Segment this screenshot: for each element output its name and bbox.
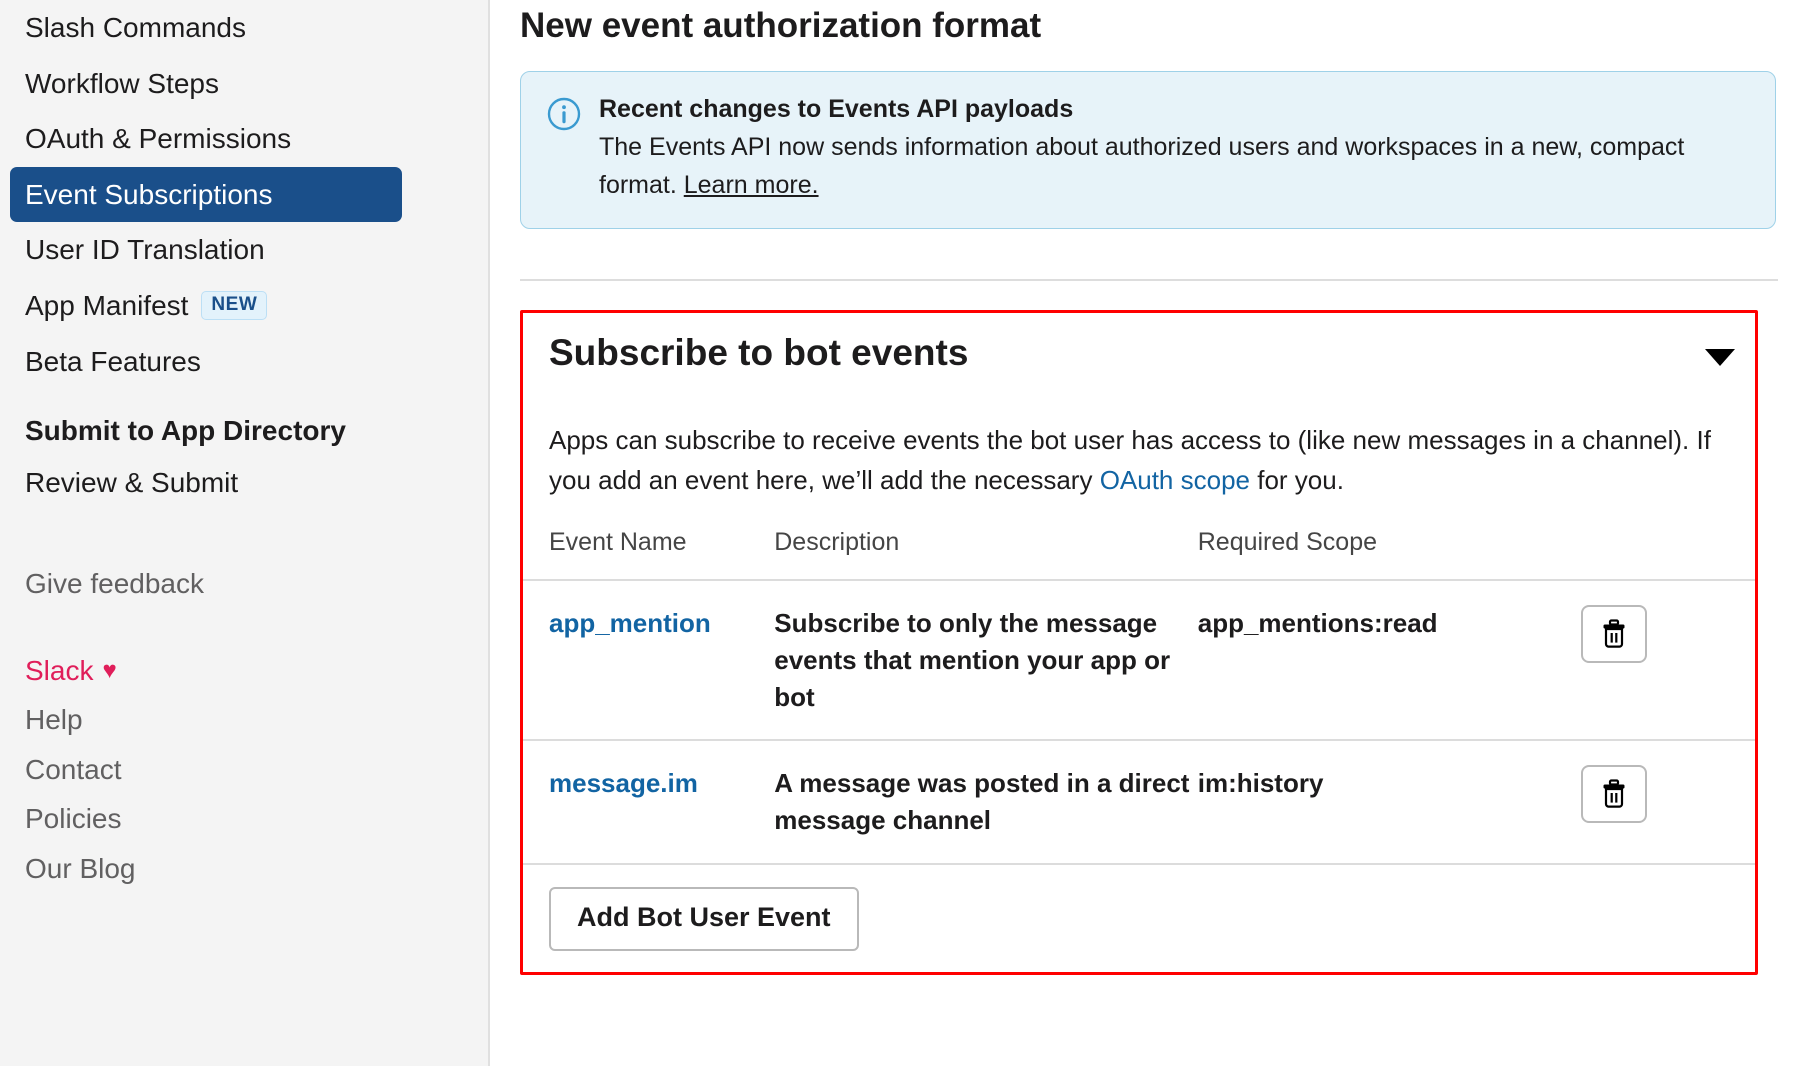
cell-description: A message was posted in a direct message… — [774, 740, 1198, 866]
sidebar-footer-contact[interactable]: Contact — [0, 745, 488, 795]
event-name-link-app-mention[interactable]: app_mention — [549, 608, 711, 638]
slack-brand-label: Slack — [25, 655, 94, 687]
column-header-description: Description — [774, 527, 1198, 581]
bot-events-table: Event Name Description Required Scope ap… — [523, 527, 1755, 866]
main-content: New event authorization format Recent ch… — [490, 0, 1812, 1066]
trash-icon — [1600, 779, 1628, 809]
event-name-link-message-im[interactable]: message.im — [549, 768, 698, 798]
sidebar-item-user-id-translation[interactable]: User ID Translation — [0, 222, 488, 278]
app-root: Slash Commands Workflow Steps OAuth & Pe… — [0, 0, 1812, 1066]
heart-icon: ♥ — [102, 657, 117, 685]
sidebar-item-slash-commands[interactable]: Slash Commands — [0, 0, 488, 56]
panel-description: Apps can subscribe to receive events the… — [523, 402, 1755, 500]
sidebar-slack-brand[interactable]: Slack ♥ — [0, 649, 488, 695]
panel-header: Subscribe to bot events — [523, 331, 1755, 375]
sidebar-footer-our-blog[interactable]: Our Blog — [0, 844, 488, 894]
subscribe-to-bot-events-panel: Subscribe to bot events Apps can subscri… — [520, 310, 1758, 976]
cell-event-name: app_mention — [523, 579, 775, 742]
add-bot-user-event-button[interactable]: Add Bot User Event — [549, 887, 859, 951]
table-body: app_mention Subscribe to only the messag… — [523, 579, 1755, 866]
table-row: message.im A message was posted in a dir… — [523, 740, 1755, 866]
cell-event-name: message.im — [523, 740, 775, 866]
sidebar-item-label: App Manifest — [25, 289, 189, 321]
new-badge: NEW — [201, 291, 268, 321]
panel-description-part2: for you. — [1250, 464, 1344, 495]
table-row: app_mention Subscribe to only the messag… — [523, 579, 1755, 742]
sidebar-item-oauth-permissions[interactable]: OAuth & Permissions — [0, 111, 488, 167]
cell-actions — [1572, 740, 1755, 866]
sidebar-nav-list: Slash Commands Workflow Steps OAuth & Pe… — [0, 0, 488, 389]
sidebar-footer-policies[interactable]: Policies — [0, 794, 488, 844]
sidebar-item-event-subscriptions[interactable]: Event Subscriptions — [10, 166, 402, 223]
column-header-actions — [1572, 527, 1755, 581]
sidebar-item-app-manifest[interactable]: App Manifest NEW — [0, 278, 488, 334]
cell-required-scope: app_mentions:read — [1197, 579, 1573, 742]
panel-title: Subscribe to bot events — [549, 332, 969, 374]
info-banner-title: Recent changes to Events API payloads — [599, 94, 1074, 123]
info-banner-body: Recent changes to Events API payloads Th… — [599, 93, 1749, 205]
cell-description: Subscribe to only the message events tha… — [774, 579, 1198, 742]
chevron-down-icon[interactable] — [1705, 349, 1735, 367]
panel-footer: Add Bot User Event — [523, 865, 1755, 951]
learn-more-link[interactable]: Learn more. — [684, 171, 819, 199]
cell-actions — [1572, 579, 1755, 742]
events-api-info-banner: Recent changes to Events API payloads Th… — [520, 70, 1776, 230]
sidebar-item-workflow-steps[interactable]: Workflow Steps — [0, 56, 488, 112]
info-icon — [547, 97, 581, 131]
sidebar: Slash Commands Workflow Steps OAuth & Pe… — [0, 0, 490, 1066]
table-head: Event Name Description Required Scope — [523, 527, 1755, 581]
sidebar-footer-help[interactable]: Help — [0, 695, 488, 745]
sidebar-item-review-submit[interactable]: Review & Submit — [0, 455, 488, 511]
table-header-row: Event Name Description Required Scope — [523, 527, 1755, 581]
oauth-scope-link[interactable]: OAuth scope — [1100, 465, 1250, 495]
sidebar-item-give-feedback[interactable]: Give feedback — [0, 556, 488, 612]
section-divider — [520, 279, 1778, 282]
cell-required-scope: im:history — [1197, 740, 1573, 866]
page-title: New event authorization format — [520, 6, 1042, 45]
info-banner-text: The Events API now sends information abo… — [599, 129, 1749, 204]
column-header-required-scope: Required Scope — [1197, 527, 1573, 581]
sidebar-section-submit-to-app-directory: Submit to App Directory — [25, 415, 346, 447]
column-header-event-name: Event Name — [523, 527, 775, 581]
delete-event-button-app-mention[interactable] — [1580, 604, 1647, 663]
delete-event-button-message-im[interactable] — [1580, 765, 1647, 824]
trash-icon — [1600, 619, 1628, 649]
sidebar-item-beta-features[interactable]: Beta Features — [0, 334, 488, 390]
